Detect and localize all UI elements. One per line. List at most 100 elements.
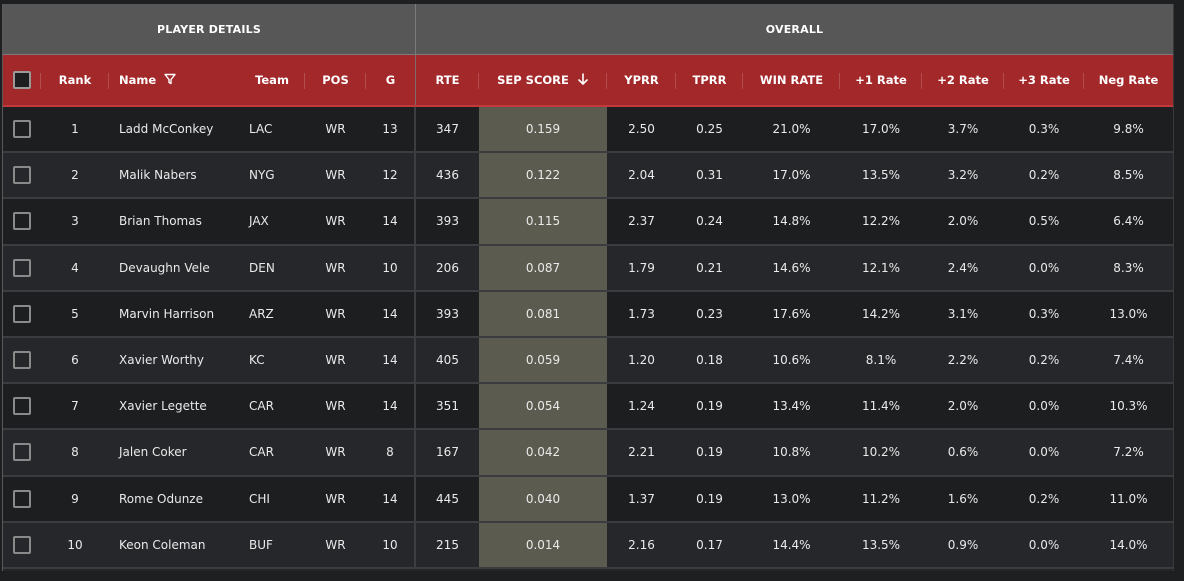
cell-plus2-rate: 0.9% [947, 537, 979, 552]
row-checkbox[interactable] [13, 166, 31, 185]
row-checkbox[interactable] [13, 489, 31, 508]
table-row[interactable]: 7 Xavier Legette CAR WR 14 351 0.054 1.2… [3, 384, 1173, 431]
cell-plus1-rate: 14.2% [861, 306, 901, 321]
row-checkbox[interactable] [13, 120, 31, 139]
row-checkbox[interactable] [13, 304, 31, 323]
header-team[interactable]: Team [239, 55, 305, 105]
cell-plus1-rate: 11.2% [861, 491, 901, 506]
cell-rte: 445 [436, 491, 459, 506]
cell-pos: WR [325, 353, 346, 368]
cell-rank: 4 [71, 260, 79, 275]
column-header-row: Rank Name Team POS G RTE SEP SCORE YPRR … [3, 55, 1173, 107]
cell-team: NYG [249, 168, 275, 183]
row-select-cell[interactable] [3, 523, 41, 567]
cell-pos: WR [325, 168, 346, 183]
row-checkbox[interactable] [13, 397, 31, 416]
cell-team: CAR [249, 445, 274, 460]
cell-sep-score: 0.081 [479, 291, 607, 336]
table-row[interactable]: 2 Malik Nabers NYG WR 12 436 0.122 2.04 … [3, 153, 1173, 200]
row-checkbox[interactable] [13, 351, 31, 370]
cell-plus1-rate: 12.2% [861, 214, 901, 229]
cell-team: CHI [249, 491, 270, 506]
row-select-cell[interactable] [3, 430, 41, 474]
header-plus3-rate[interactable]: +3 Rate [1004, 55, 1084, 105]
header-rank[interactable]: Rank [41, 55, 109, 105]
table-row[interactable]: 10 Keon Coleman BUF WR 10 215 0.014 2.16… [3, 522, 1173, 569]
row-checkbox[interactable] [13, 535, 31, 554]
cell-plus2-rate: 2.0% [947, 214, 979, 229]
row-select-cell[interactable] [3, 246, 41, 290]
header-plus2-rate[interactable]: +2 Rate [922, 55, 1004, 105]
header-yprr[interactable]: YPRR [607, 55, 676, 105]
cell-tprr: 0.19 [696, 445, 723, 460]
cell-tprr: 0.23 [696, 306, 723, 321]
row-select-cell[interactable] [3, 199, 41, 243]
cell-name: Ladd McConkey [119, 122, 214, 137]
cell-neg-rate: 8.5% [1113, 168, 1144, 183]
cell-tprr: 0.17 [696, 537, 723, 552]
column-group-header: PLAYER DETAILS OVERALL [3, 4, 1173, 55]
table-row[interactable]: 6 Xavier Worthy KC WR 14 405 0.059 1.20 … [3, 337, 1173, 385]
cell-name: Marvin Harrison [119, 306, 215, 321]
row-checkbox[interactable] [13, 212, 31, 231]
cell-team: BUF [249, 537, 273, 552]
cell-win-rate: 10.8% [772, 445, 811, 460]
header-games[interactable]: G [366, 55, 416, 105]
cell-plus1-rate: 12.1% [861, 260, 901, 275]
cell-rank: 2 [71, 168, 79, 183]
header-name-label: Name [119, 73, 157, 87]
cell-rte: 206 [436, 260, 459, 275]
header-tprr-label: TPRR [692, 73, 727, 87]
cell-pos: WR [325, 399, 346, 414]
row-select-cell[interactable] [3, 384, 41, 428]
header-win-rate[interactable]: WIN RATE [743, 55, 840, 105]
cell-plus1-rate: 13.5% [861, 537, 901, 552]
header-tprr[interactable]: TPRR [676, 55, 743, 105]
row-select-cell[interactable] [3, 477, 41, 521]
cell-yprr: 1.37 [628, 491, 655, 506]
cell-neg-rate: 8.3% [1113, 260, 1144, 275]
filter-icon[interactable] [164, 73, 176, 87]
cell-name: Xavier Legette [119, 399, 207, 414]
cell-neg-rate: 10.3% [1109, 399, 1148, 414]
cell-name: Rome Odunze [119, 491, 203, 506]
header-sep-score[interactable]: SEP SCORE [479, 55, 607, 105]
cell-name: Brian Thomas [119, 214, 202, 229]
row-checkbox[interactable] [13, 443, 31, 462]
select-all-checkbox[interactable] [13, 71, 31, 89]
cell-tprr: 0.21 [696, 260, 723, 275]
header-plus1-rate[interactable]: +1 Rate [840, 55, 922, 105]
row-select-cell[interactable] [3, 153, 41, 197]
cell-plus2-rate: 2.4% [947, 260, 979, 275]
cell-rte: 167 [436, 445, 459, 460]
header-rte-label: RTE [435, 73, 460, 87]
cell-rank: 6 [71, 353, 79, 368]
header-neg-rate[interactable]: Neg Rate [1084, 55, 1173, 105]
row-checkbox[interactable] [13, 258, 31, 277]
header-select-all[interactable] [3, 55, 41, 105]
table-row[interactable]: 5 Marvin Harrison ARZ WR 14 393 0.081 1.… [3, 291, 1173, 338]
cell-rank: 7 [71, 399, 79, 414]
row-select-cell[interactable] [3, 107, 41, 151]
table-row[interactable]: 8 Jalen Coker CAR WR 8 167 0.042 2.21 0.… [3, 430, 1173, 477]
group-overall: OVERALL [765, 22, 824, 36]
table-row[interactable]: 3 Brian Thomas JAX WR 14 393 0.115 2.37 … [3, 199, 1173, 246]
cell-neg-rate: 6.4% [1113, 214, 1144, 229]
cell-plus3-rate: 0.0% [1028, 399, 1060, 414]
header-name[interactable]: Name [109, 55, 239, 105]
cell-rank: 1 [71, 122, 79, 137]
row-select-cell[interactable] [3, 338, 41, 382]
cell-team: LAC [249, 122, 273, 137]
cell-yprr: 1.73 [628, 306, 655, 321]
cell-neg-rate: 7.2% [1113, 445, 1144, 460]
header-pos[interactable]: POS [305, 55, 366, 105]
table-row[interactable]: 9 Rome Odunze CHI WR 14 445 0.040 1.37 0… [3, 476, 1173, 523]
row-select-cell[interactable] [3, 292, 41, 336]
sort-descending-icon[interactable] [577, 72, 589, 88]
group-player-details: PLAYER DETAILS [3, 4, 416, 54]
header-rte[interactable]: RTE [416, 55, 479, 105]
cell-games: 12 [366, 153, 416, 198]
cell-team: DEN [249, 260, 275, 275]
table-row[interactable]: 4 Devaughn Vele DEN WR 10 206 0.087 1.79… [3, 245, 1173, 292]
table-row[interactable]: 1 Ladd McConkey LAC WR 13 347 0.159 2.50… [3, 107, 1173, 154]
